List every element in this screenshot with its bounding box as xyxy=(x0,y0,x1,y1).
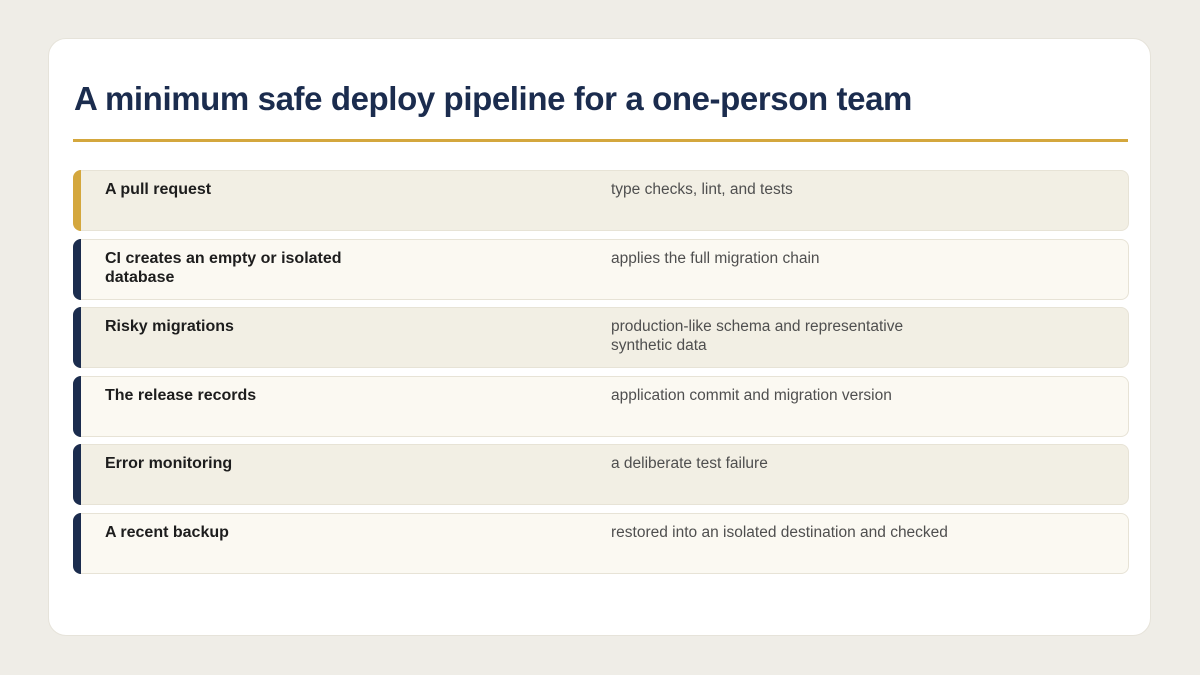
row-step: A recent backup xyxy=(105,523,229,541)
row-step: A pull request xyxy=(105,181,212,198)
page-title: A minimum safe deploy pipeline for a one… xyxy=(74,80,912,117)
row-check: type checks, lint, and tests xyxy=(611,181,793,198)
row-accent-bar xyxy=(73,375,81,437)
row-step: CI creates an empty or isolated database xyxy=(105,249,342,286)
pipeline-row: Risky migrations production-like schema … xyxy=(73,307,1129,368)
pipeline-list: A pull request type checks, lint, and te… xyxy=(73,170,1129,581)
row-check: restored into an isolated destination an… xyxy=(611,523,948,541)
pipeline-row: Error monitoring a deliberate test failu… xyxy=(73,444,1129,505)
row-check: production-like schema and representativ… xyxy=(611,318,904,354)
row-accent-bar xyxy=(73,444,81,505)
pipeline-row: The release records application commit a… xyxy=(73,375,1129,437)
title-divider xyxy=(73,139,1128,142)
row-accent-bar xyxy=(73,238,81,300)
row-check: a deliberate test failure xyxy=(611,455,768,472)
row-check: application commit and migration version xyxy=(611,386,892,404)
row-accent-bar xyxy=(73,307,81,368)
row-step: Error monitoring xyxy=(105,455,233,472)
slide-card: A minimum safe deploy pipeline for a one… xyxy=(48,38,1151,636)
row-check: applies the full migration chain xyxy=(611,249,820,267)
pipeline-row: A pull request type checks, lint, and te… xyxy=(73,170,1129,231)
row-step: The release records xyxy=(105,386,257,404)
row-step: Risky migrations xyxy=(105,318,234,335)
pipeline-row: A recent backup restored into an isolate… xyxy=(73,512,1129,574)
row-accent-bar xyxy=(73,170,81,231)
row-accent-bar xyxy=(73,512,81,574)
pipeline-row: CI creates an empty or isolated database… xyxy=(73,238,1129,300)
